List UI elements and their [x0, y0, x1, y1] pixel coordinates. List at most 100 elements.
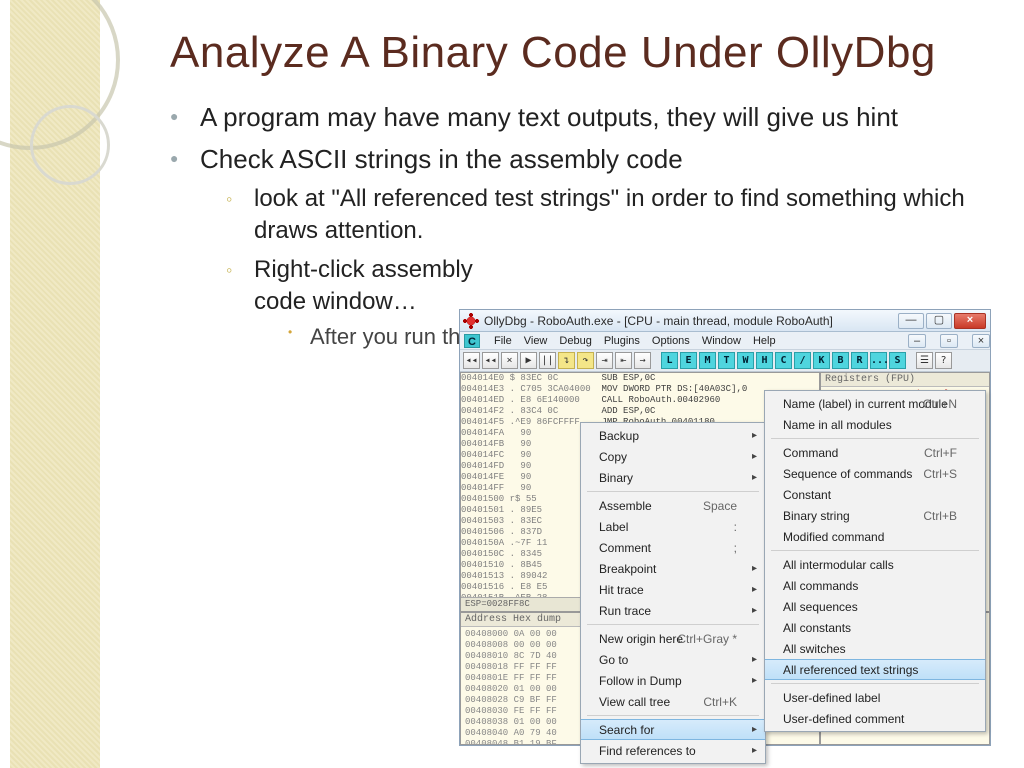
toolbar-button[interactable]: ◂◂ — [482, 352, 499, 369]
menu-item[interactable]: Search for — [581, 719, 765, 740]
menu-item[interactable]: View call treeCtrl+K — [581, 691, 765, 712]
menu-item[interactable]: All referenced text strings — [765, 659, 985, 680]
toolbar-button[interactable]: || — [539, 352, 556, 369]
menu-item[interactable]: Modified command — [765, 526, 985, 547]
toolbar-button[interactable]: T — [718, 352, 735, 369]
menu-item[interactable]: Run trace — [581, 600, 765, 621]
menu-item[interactable]: Binary — [581, 467, 765, 488]
toolbar-button[interactable]: / — [794, 352, 811, 369]
menu-item-label: Go to — [599, 653, 628, 667]
menu-item[interactable]: Label: — [581, 516, 765, 537]
menu-shortcut: ; — [734, 541, 737, 555]
menu-help[interactable]: Help — [753, 335, 776, 347]
ollydbg-window: OllyDbg - RoboAuth.exe - [CPU - main thr… — [460, 310, 990, 745]
menu-item[interactable]: Breakpoint — [581, 558, 765, 579]
toolbar-button[interactable]: E — [680, 352, 697, 369]
menu-item-label: Command — [783, 446, 838, 460]
menu-item-label: Search for — [599, 723, 654, 737]
menu-item-label: Copy — [599, 450, 627, 464]
menu-item-label: Follow in Dump — [599, 674, 682, 688]
toolbar-button[interactable]: ◂◂ — [463, 352, 480, 369]
toolbar-button[interactable]: ... — [870, 352, 887, 369]
menu-item-label: All commands — [783, 579, 858, 593]
window-titlebar[interactable]: OllyDbg - RoboAuth.exe - [CPU - main thr… — [460, 310, 990, 332]
menu-shortcut: Ctrl+Gray * — [677, 632, 737, 646]
menu-window[interactable]: Window — [702, 335, 741, 347]
menu-view[interactable]: View — [524, 335, 548, 347]
trace-button[interactable]: ⇥ — [596, 352, 613, 369]
menu-item-label: Backup — [599, 429, 639, 443]
menu-item[interactable]: Go to — [581, 649, 765, 670]
toolbar-button[interactable]: S — [889, 352, 906, 369]
menu-item-label: Run trace — [599, 604, 651, 618]
menu-item-label: All referenced text strings — [783, 663, 918, 677]
mdi-minimize[interactable]: – — [908, 334, 926, 348]
menu-item[interactable]: Comment; — [581, 537, 765, 558]
menu-item-label: Hit trace — [599, 583, 644, 597]
menu-item-label: Name in all modules — [783, 418, 892, 432]
menu-shortcut: Ctrl+S — [923, 467, 957, 481]
menu-item-label: All sequences — [783, 600, 858, 614]
menu-item[interactable]: Binary stringCtrl+B — [765, 505, 985, 526]
close-button[interactable]: × — [954, 313, 986, 329]
decorative-ring — [30, 105, 110, 185]
mdi-icon[interactable]: C — [464, 334, 480, 348]
asm-line[interactable]: 004014E0 $ 83EC 0C SUB ESP,0C — [461, 373, 819, 384]
mdi-restore[interactable]: ▫ — [940, 334, 958, 348]
menu-item-label: User-defined comment — [783, 712, 904, 726]
minimize-button[interactable]: — — [898, 313, 924, 329]
mdi-close[interactable]: × — [972, 334, 990, 348]
context-submenu[interactable]: Name (label) in current moduleCtrl+N Name… — [764, 390, 986, 732]
toolbar-button[interactable]: × — [501, 352, 518, 369]
step-over-button[interactable]: ↷ — [577, 352, 594, 369]
menu-item-label: Label — [599, 520, 628, 534]
maximize-button[interactable]: ▢ — [926, 313, 952, 329]
window-title: OllyDbg - RoboAuth.exe - [CPU - main thr… — [484, 314, 892, 328]
menu-item[interactable]: AssembleSpace — [581, 495, 765, 516]
menu-plugins[interactable]: Plugins — [604, 335, 640, 347]
run-button[interactable]: → — [634, 352, 651, 369]
menu-shortcut: Space — [703, 499, 737, 513]
menu-item[interactable]: Sequence of commandsCtrl+S — [765, 463, 985, 484]
menu-item[interactable]: Copy — [581, 446, 765, 467]
menu-item[interactable]: Name in all modules — [765, 414, 985, 435]
bullet-text: Check ASCII strings in the assembly code — [200, 144, 683, 174]
menu-item[interactable]: Find references to — [581, 740, 765, 761]
menu-item[interactable]: User-defined comment — [765, 708, 985, 729]
slide-title: Analyze A Binary Code Under OllyDbg — [170, 30, 994, 76]
menu-item[interactable]: User-defined label — [765, 687, 985, 708]
toolbar-button[interactable]: K — [813, 352, 830, 369]
step-into-button[interactable]: ↴ — [558, 352, 575, 369]
registers-title: Registers (FPU) — [821, 373, 989, 387]
toolbar-button[interactable]: W — [737, 352, 754, 369]
menu-item[interactable]: All switches — [765, 638, 985, 659]
menu-item[interactable]: All commands — [765, 575, 985, 596]
toolbar-button[interactable]: M — [699, 352, 716, 369]
menubar: C FileViewDebugPluginsOptionsWindowHelp … — [460, 332, 990, 350]
settings-button[interactable]: ☰ — [916, 352, 933, 369]
menu-item[interactable]: Backup — [581, 425, 765, 446]
menu-item[interactable]: All sequences — [765, 596, 985, 617]
toolbar-button[interactable]: H — [756, 352, 773, 369]
menu-options[interactable]: Options — [652, 335, 690, 347]
toolbar-button[interactable]: C — [775, 352, 792, 369]
menu-item-label: All intermodular calls — [783, 558, 894, 572]
menu-item[interactable]: Name (label) in current moduleCtrl+N — [765, 393, 985, 414]
trace-button[interactable]: ⇤ — [615, 352, 632, 369]
menu-debug[interactable]: Debug — [559, 335, 591, 347]
toolbar-button[interactable]: L — [661, 352, 678, 369]
menu-item[interactable]: Constant — [765, 484, 985, 505]
sub-bullet-text: code window… — [254, 288, 417, 315]
menu-item[interactable]: Hit trace — [581, 579, 765, 600]
menu-file[interactable]: File — [494, 335, 512, 347]
help-button[interactable]: ? — [935, 352, 952, 369]
toolbar-button[interactable]: R — [851, 352, 868, 369]
toolbar-button[interactable]: B — [832, 352, 849, 369]
menu-item[interactable]: Follow in Dump — [581, 670, 765, 691]
menu-item[interactable]: New origin hereCtrl+Gray * — [581, 628, 765, 649]
menu-item[interactable]: All constants — [765, 617, 985, 638]
toolbar-button[interactable]: ▶ — [520, 352, 537, 369]
context-menu[interactable]: Backup Copy Binary AssembleSpaceLabel:Comme… — [580, 422, 766, 764]
menu-item[interactable]: CommandCtrl+F — [765, 442, 985, 463]
menu-item[interactable]: All intermodular calls — [765, 554, 985, 575]
